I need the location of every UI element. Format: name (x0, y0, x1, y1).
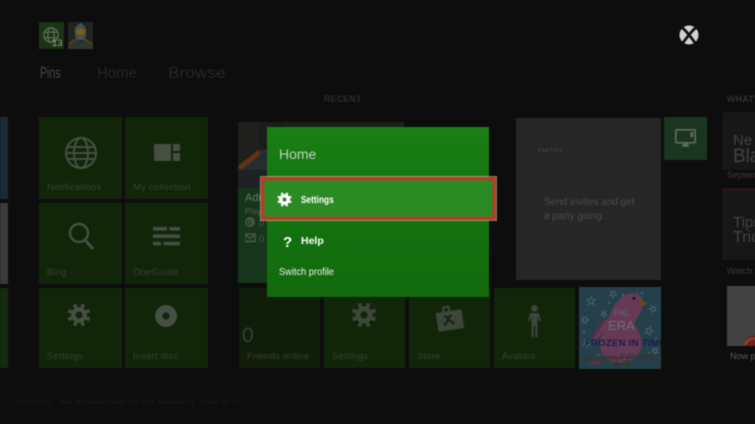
svg-text:13: 13 (52, 38, 63, 49)
svg-text:0: 0 (259, 234, 264, 244)
svg-text:G: G (246, 220, 252, 227)
